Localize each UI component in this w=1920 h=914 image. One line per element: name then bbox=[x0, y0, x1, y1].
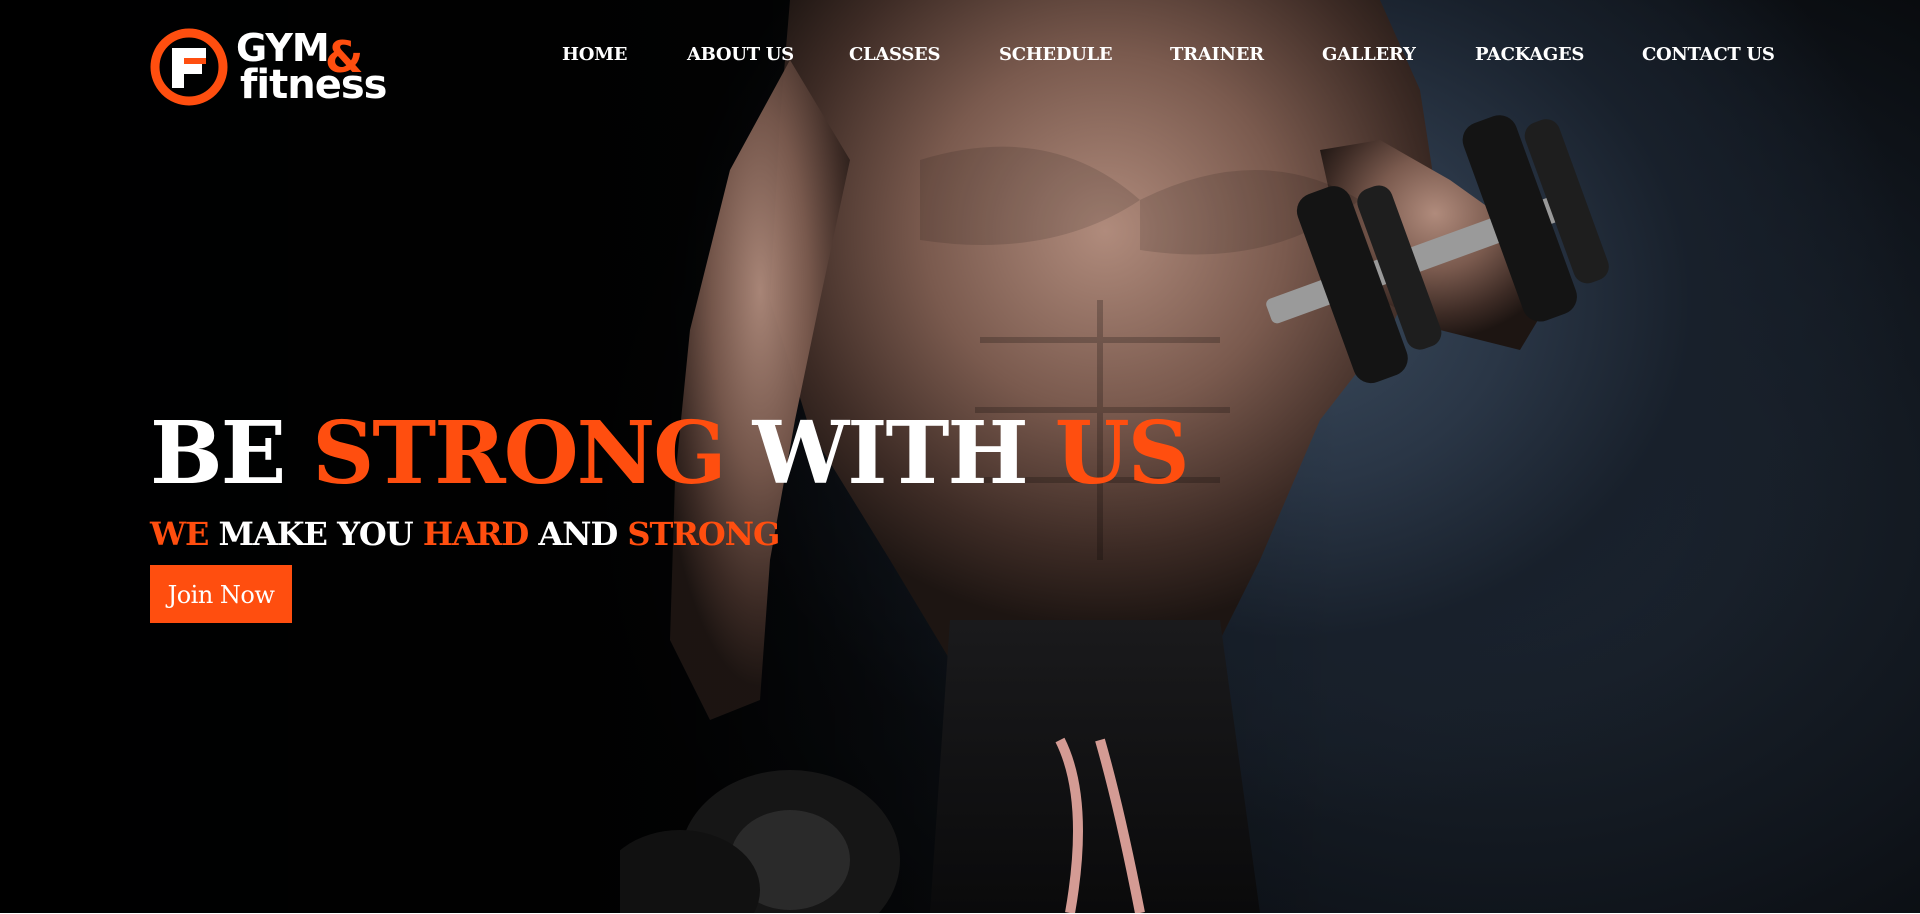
join-now-button[interactable]: Join Now bbox=[150, 565, 292, 623]
nav-item-classes[interactable]: CLASSES bbox=[849, 42, 940, 68]
nav-item-contact-us[interactable]: CONTACT US bbox=[1642, 42, 1775, 68]
headline-part-be: BE bbox=[150, 403, 313, 504]
subline-part-we: WE bbox=[150, 515, 209, 553]
hero-subheadline: WE MAKE YOU HARD AND STRONG bbox=[150, 512, 780, 556]
headline-part-strong: STRONG bbox=[312, 403, 727, 504]
nav-item-home[interactable]: HOME bbox=[562, 42, 627, 68]
nav-item-schedule[interactable]: SCHEDULE bbox=[999, 42, 1113, 68]
subline-part-make-you: MAKE YOU bbox=[208, 515, 423, 553]
subline-part-and: AND bbox=[528, 515, 628, 553]
headline-part-us: US bbox=[1054, 403, 1190, 504]
logo-mark-icon bbox=[150, 28, 228, 106]
nav-item-trainer[interactable]: TRAINER bbox=[1170, 42, 1264, 68]
subline-part-strong: STRONG bbox=[627, 515, 780, 553]
headline-part-with: WITH bbox=[724, 403, 1055, 504]
nav-item-gallery[interactable]: GALLERY bbox=[1322, 42, 1416, 68]
nav-item-packages[interactable]: PACKAGES bbox=[1475, 42, 1584, 68]
subline-part-hard: HARD bbox=[422, 515, 529, 553]
logo-text-fitness: fitness bbox=[240, 62, 387, 108]
site-logo[interactable]: GYM & fitness bbox=[150, 28, 400, 108]
nav-item-about-us[interactable]: ABOUT US bbox=[687, 42, 794, 68]
hero-headline: BE STRONG WITH US bbox=[150, 398, 1190, 510]
